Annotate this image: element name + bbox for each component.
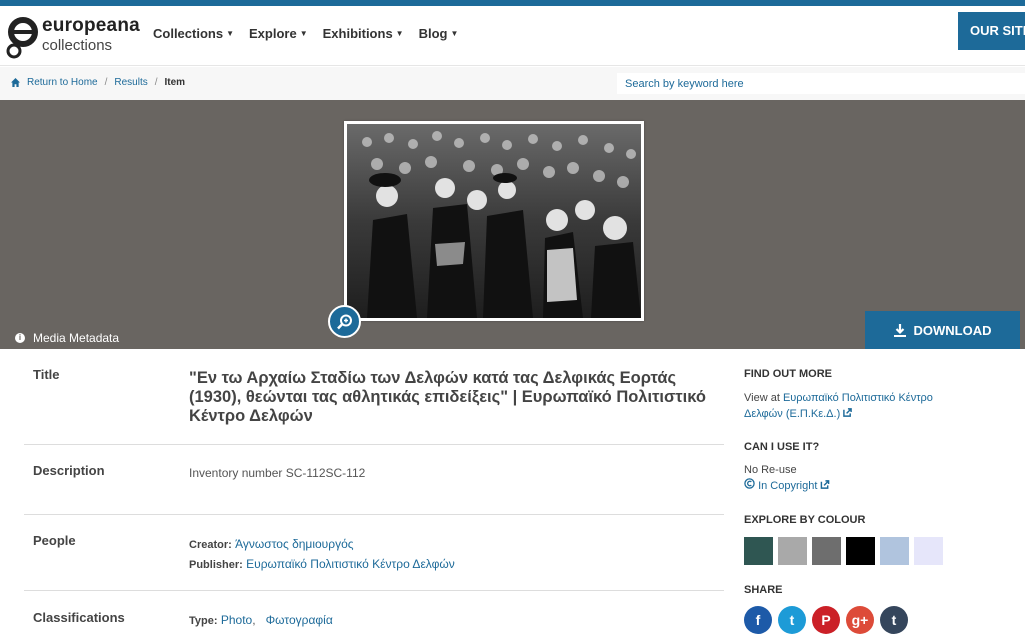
nav-blog[interactable]: Blog ▼ — [419, 26, 459, 41]
can-i-use-heading: CAN I USE IT? — [744, 441, 820, 453]
main-nav: Collections ▼ Explore ▼ Exhibitions ▼ Blog ▼ — [153, 26, 458, 41]
nav-explore-label: Explore — [249, 26, 297, 41]
breadcrumb-current: Item — [164, 77, 186, 88]
share-heading: SHARE — [744, 584, 783, 596]
colour-swatch[interactable] — [812, 537, 841, 565]
zoom-button[interactable] — [328, 305, 361, 338]
classifications-values: Type: Photo, Φωτογραφία — [189, 611, 719, 631]
find-out-more: FIND OUT MORE View at Ευρωπαϊκό Πολιτιστ… — [744, 368, 1014, 422]
type-entry: Type: Photo, Φωτογραφία — [189, 611, 719, 631]
nav-exhibitions-label: Exhibitions — [322, 26, 393, 41]
type-photo-link[interactable]: Photo — [221, 613, 252, 627]
share-section: SHARE f t Pg+ t — [744, 584, 1014, 634]
classifications-row: Classifications Type: Photo, Φωτογραφία — [24, 591, 724, 637]
breadcrumb-home[interactable]: Return to Home — [27, 77, 98, 88]
publisher-link[interactable]: Ευρωπαϊκό Πολιτιστικό Κέντρο Δελφών — [246, 557, 455, 571]
can-i-use-it: CAN I USE IT? No Re-use In Copyright — [744, 441, 1014, 494]
description-label: Description — [33, 463, 105, 478]
item-photo[interactable] — [344, 121, 644, 321]
site-header: europeana collections Collections ▼ Explo… — [0, 6, 1025, 66]
type-key: Type: — [189, 615, 218, 627]
people-row: People Creator: Άγνωστος δημιουργός Publ… — [24, 515, 724, 591]
chevron-down-icon: ▼ — [450, 29, 459, 38]
colour-swatches — [744, 537, 1014, 565]
copyright-icon — [744, 478, 755, 489]
search-input[interactable] — [617, 73, 1025, 94]
nav-collections[interactable]: Collections ▼ — [153, 26, 234, 41]
description-row: Description Inventory number SC-112SC-11… — [24, 445, 724, 515]
colour-swatch[interactable] — [914, 537, 943, 565]
media-metadata-toggle[interactable]: i Media Metadata — [15, 331, 119, 345]
creator-entry: Creator: Άγνωστος δημιουργός — [189, 535, 719, 555]
colour-swatch[interactable] — [880, 537, 909, 565]
facebook-icon[interactable]: f — [744, 606, 772, 634]
colour-swatch[interactable] — [846, 537, 875, 565]
chevron-down-icon: ▼ — [226, 29, 234, 38]
nav-collections-label: Collections — [153, 26, 224, 41]
media-metadata-label: Media Metadata — [33, 331, 120, 345]
twitter-icon[interactable]: t — [778, 606, 806, 634]
creator-link[interactable]: Άγνωστος δημιουργός — [235, 537, 353, 551]
explore-colour-heading: EXPLORE BY COLOUR — [744, 514, 866, 526]
crowd-photo-image — [347, 124, 641, 318]
description-value: Inventory number SC-112SC-112 — [189, 466, 366, 480]
breadcrumb: Return to Home / Results / Item — [11, 77, 185, 88]
logo-wordmark: europeana — [42, 15, 140, 36]
rights-label: In Copyright — [758, 480, 818, 492]
tumblr-icon[interactable]: t — [880, 606, 908, 634]
logo-subtitle: collections — [42, 37, 113, 54]
view-at-label: View at — [744, 392, 780, 404]
provider-entry: View at Ευρωπαϊκό Πολιτιστικό Κέντρο Δελ… — [744, 390, 944, 422]
external-link-icon — [843, 408, 853, 417]
colour-swatch[interactable] — [778, 537, 807, 565]
our-sites-button[interactable]: OUR SITES — [958, 12, 1025, 50]
download-icon — [893, 323, 906, 337]
breadcrumb-separator: / — [104, 77, 108, 88]
breadcrumb-separator: / — [154, 77, 158, 88]
nav-blog-label: Blog — [418, 26, 448, 41]
item-title: "Εν τω Αρχαίω Σταδίω των Δελφών κατά τας… — [189, 369, 706, 425]
explore-by-colour: EXPLORE BY COLOUR — [744, 514, 1014, 565]
title-label: Title — [33, 367, 60, 382]
rights-link-row[interactable]: In Copyright — [744, 478, 1014, 494]
home-icon — [11, 78, 20, 87]
colour-swatch[interactable] — [744, 537, 773, 565]
download-label: DOWNLOAD — [913, 322, 992, 338]
download-button[interactable]: DOWNLOAD — [865, 311, 1020, 349]
classifications-label: Classifications — [33, 610, 125, 625]
europeana-logo[interactable]: europeana collections — [6, 15, 140, 61]
magnifier-icon — [336, 314, 352, 329]
reuse-status: No Re-use — [744, 464, 797, 476]
breadcrumb-results[interactable]: Results — [114, 77, 147, 88]
google-plus-icon[interactable]: g+ — [846, 606, 874, 634]
chevron-down-icon: ▼ — [395, 29, 404, 38]
nav-exhibitions[interactable]: Exhibitions ▼ — [323, 26, 404, 41]
chevron-down-icon: ▼ — [299, 29, 308, 38]
publisher-key: Publisher: — [189, 559, 243, 571]
creator-key: Creator: — [189, 539, 232, 551]
type-fotografia-link[interactable]: Φωτογραφία — [266, 613, 333, 627]
europeana-logo-icon — [6, 17, 38, 59]
nav-explore[interactable]: Explore ▼ — [249, 26, 308, 41]
people-values: Creator: Άγνωστος δημιουργός Publisher: … — [189, 535, 719, 575]
media-viewer: i Media Metadata DOWNLOAD — [0, 100, 1025, 349]
breadcrumb-bar: Return to Home / Results / Item — [0, 67, 1025, 100]
info-icon: i — [15, 333, 25, 343]
publisher-entry: Publisher: Ευρωπαϊκό Πολιτιστικό Κέντρο … — [189, 555, 719, 575]
title-row: Title "Εν τω Αρχαίω Σταδίω των Δελφών κα… — [24, 349, 724, 445]
pinterest-icon[interactable]: P — [812, 606, 840, 634]
find-out-more-heading: FIND OUT MORE — [744, 368, 832, 380]
item-metadata: Title "Εν τω Αρχαίω Σταδίω των Δελφών κα… — [0, 349, 1025, 637]
type-separator: , — [252, 613, 256, 627]
share-buttons: f t Pg+ t — [744, 606, 1014, 634]
people-label: People — [33, 533, 76, 548]
external-link-icon — [821, 480, 830, 489]
